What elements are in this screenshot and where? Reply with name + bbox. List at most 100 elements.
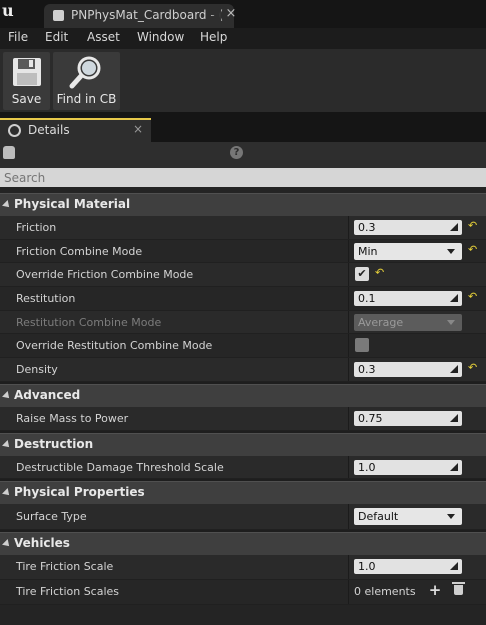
column-splitter[interactable]	[348, 555, 349, 580]
find-in-cb-label: Find in CB	[56, 92, 117, 106]
category-vehicles[interactable]: Vehicles	[0, 532, 486, 556]
resize-handle-icon	[450, 562, 458, 571]
column-splitter[interactable]	[348, 580, 349, 605]
override-restitution-combine-mode-checkbox[interactable]	[355, 338, 369, 353]
column-splitter[interactable]	[348, 358, 349, 381]
unreal-logo-icon[interactable]: u	[2, 2, 22, 22]
details-tab-label: Details	[28, 123, 70, 137]
column-splitter[interactable]	[348, 287, 349, 310]
category-label: Vehicles	[14, 536, 70, 551]
property-row-tire-friction-scales: Tire Friction Scales 0 elements +	[0, 580, 486, 606]
property-row-density: Density 0.3 ↶	[0, 358, 486, 382]
tab-details[interactable]: Details ×	[0, 118, 151, 142]
expand-arrow-icon	[2, 200, 12, 210]
property-label: Restitution	[16, 292, 76, 306]
column-splitter[interactable]	[348, 310, 349, 334]
column-splitter[interactable]	[348, 455, 349, 479]
property-label: Friction Combine Mode	[16, 244, 143, 258]
save-icon	[13, 58, 41, 86]
property-label: Tire Friction Scale	[16, 560, 114, 574]
destructible-damage-threshold-scale-input[interactable]: 1.0	[354, 459, 462, 475]
document-tab[interactable]: PNPhysMat_Cardboard - ( ×	[44, 4, 236, 28]
category-vehicles-rows: Tire Friction Scale 1.0 Tire Friction Sc…	[0, 555, 486, 606]
category-advanced[interactable]: Advanced	[0, 383, 486, 407]
find-in-content-browser-button[interactable]: Find in CB	[53, 52, 120, 110]
restitution-value: 0.1	[358, 292, 376, 306]
column-splitter[interactable]	[348, 263, 349, 287]
friction-combine-mode-dropdown[interactable]: Min	[354, 242, 462, 260]
menu-asset[interactable]: Asset	[87, 30, 120, 44]
property-label: Friction	[16, 221, 57, 234]
expand-arrow-icon	[2, 539, 12, 550]
reset-to-default-icon[interactable]: ↶	[468, 220, 478, 232]
expand-arrow-icon	[2, 439, 12, 450]
friction-input[interactable]: 0.3	[354, 220, 462, 235]
category-label: Physical Properties	[14, 485, 145, 500]
density-value: 0.3	[358, 363, 376, 377]
category-label: Advanced	[14, 387, 81, 402]
column-splitter[interactable]	[348, 239, 349, 263]
property-row-override-friction-combine-mode: Override Friction Combine Mode ✔ ↶	[0, 263, 486, 288]
reset-to-default-icon[interactable]: ↶	[468, 291, 478, 303]
property-row-raise-mass-to-power: Raise Mass to Power 0.75	[0, 406, 486, 431]
property-row-override-restitution-combine-mode: Override Restitution Combine Mode	[0, 334, 486, 359]
reset-to-default-icon[interactable]: ↶	[375, 267, 385, 279]
resize-handle-icon	[450, 294, 458, 303]
property-label: Restitution Combine Mode	[16, 315, 162, 329]
reset-to-default-icon[interactable]: ↶	[468, 362, 478, 374]
property-label: Raise Mass to Power	[16, 411, 129, 425]
resize-handle-icon	[450, 223, 458, 231]
category-physical-material-rows: Friction 0.3 ↶ Friction Combine Mode Min…	[0, 216, 486, 382]
search-input[interactable]	[0, 168, 486, 187]
property-grid: Physical Material Friction 0.3 ↶ Frictio…	[0, 193, 486, 606]
menu-file[interactable]: File	[8, 30, 28, 44]
add-icon[interactable]: +	[428, 583, 442, 598]
title-bar: u PNPhysMat_Cardboard - ( ×	[0, 0, 486, 28]
category-destruction-rows: Destructible Damage Threshold Scale 1.0	[0, 455, 486, 480]
trash-icon[interactable]	[452, 582, 465, 596]
expand-arrow-icon	[2, 390, 12, 401]
dropdown-value: Average	[358, 315, 404, 329]
category-physical-properties[interactable]: Physical Properties	[0, 481, 486, 505]
destructible-damage-threshold-scale-value: 1.0	[358, 460, 376, 474]
lock-icon[interactable]	[3, 146, 15, 159]
property-row-friction: Friction 0.3 ↶	[0, 216, 486, 240]
menu-help[interactable]: Help	[200, 30, 227, 44]
surface-type-dropdown[interactable]: Default	[354, 508, 462, 526]
category-physical-material[interactable]: Physical Material	[0, 193, 486, 216]
category-label: Destruction	[14, 436, 94, 451]
details-icon	[8, 124, 21, 137]
property-label: Override Restitution Combine Mode	[16, 339, 213, 353]
help-icon[interactable]: ?	[230, 146, 243, 159]
close-icon[interactable]: ×	[133, 122, 143, 136]
restitution-input[interactable]: 0.1	[354, 291, 462, 307]
menu-bar: File Edit Asset Window Help	[0, 28, 486, 49]
save-button[interactable]: Save	[3, 52, 50, 110]
menu-edit[interactable]: Edit	[45, 30, 68, 44]
column-splitter[interactable]	[348, 504, 349, 530]
category-destruction[interactable]: Destruction	[0, 432, 486, 456]
restitution-combine-mode-dropdown: Average	[354, 313, 462, 331]
chevron-down-icon	[447, 514, 455, 520]
close-icon[interactable]: ×	[224, 6, 238, 22]
raise-mass-to-power-input[interactable]: 0.75	[354, 410, 462, 426]
property-row-restitution-combine-mode: Restitution Combine Mode Average	[0, 310, 486, 335]
property-row-friction-combine-mode: Friction Combine Mode Min ↶	[0, 239, 486, 264]
resize-handle-icon	[450, 365, 458, 374]
property-row-surface-type: Surface Type Default	[0, 504, 486, 531]
column-splitter[interactable]	[348, 216, 349, 239]
tab-title-fade	[209, 4, 221, 28]
property-label: Destructible Damage Threshold Scale	[16, 460, 224, 474]
save-button-label: Save	[11, 92, 42, 106]
column-splitter[interactable]	[348, 334, 349, 358]
column-splitter[interactable]	[348, 406, 349, 430]
tire-friction-scale-input[interactable]: 1.0	[354, 559, 462, 575]
panel-tab-bar: Details ×	[0, 112, 486, 142]
chevron-down-icon	[447, 248, 455, 254]
override-friction-combine-mode-checkbox[interactable]: ✔	[355, 267, 369, 282]
menu-window[interactable]: Window	[137, 30, 184, 44]
density-input[interactable]: 0.3	[354, 362, 462, 378]
reset-to-default-icon[interactable]: ↶	[468, 243, 478, 256]
property-label: Density	[16, 363, 58, 377]
details-header: ?	[0, 142, 486, 168]
